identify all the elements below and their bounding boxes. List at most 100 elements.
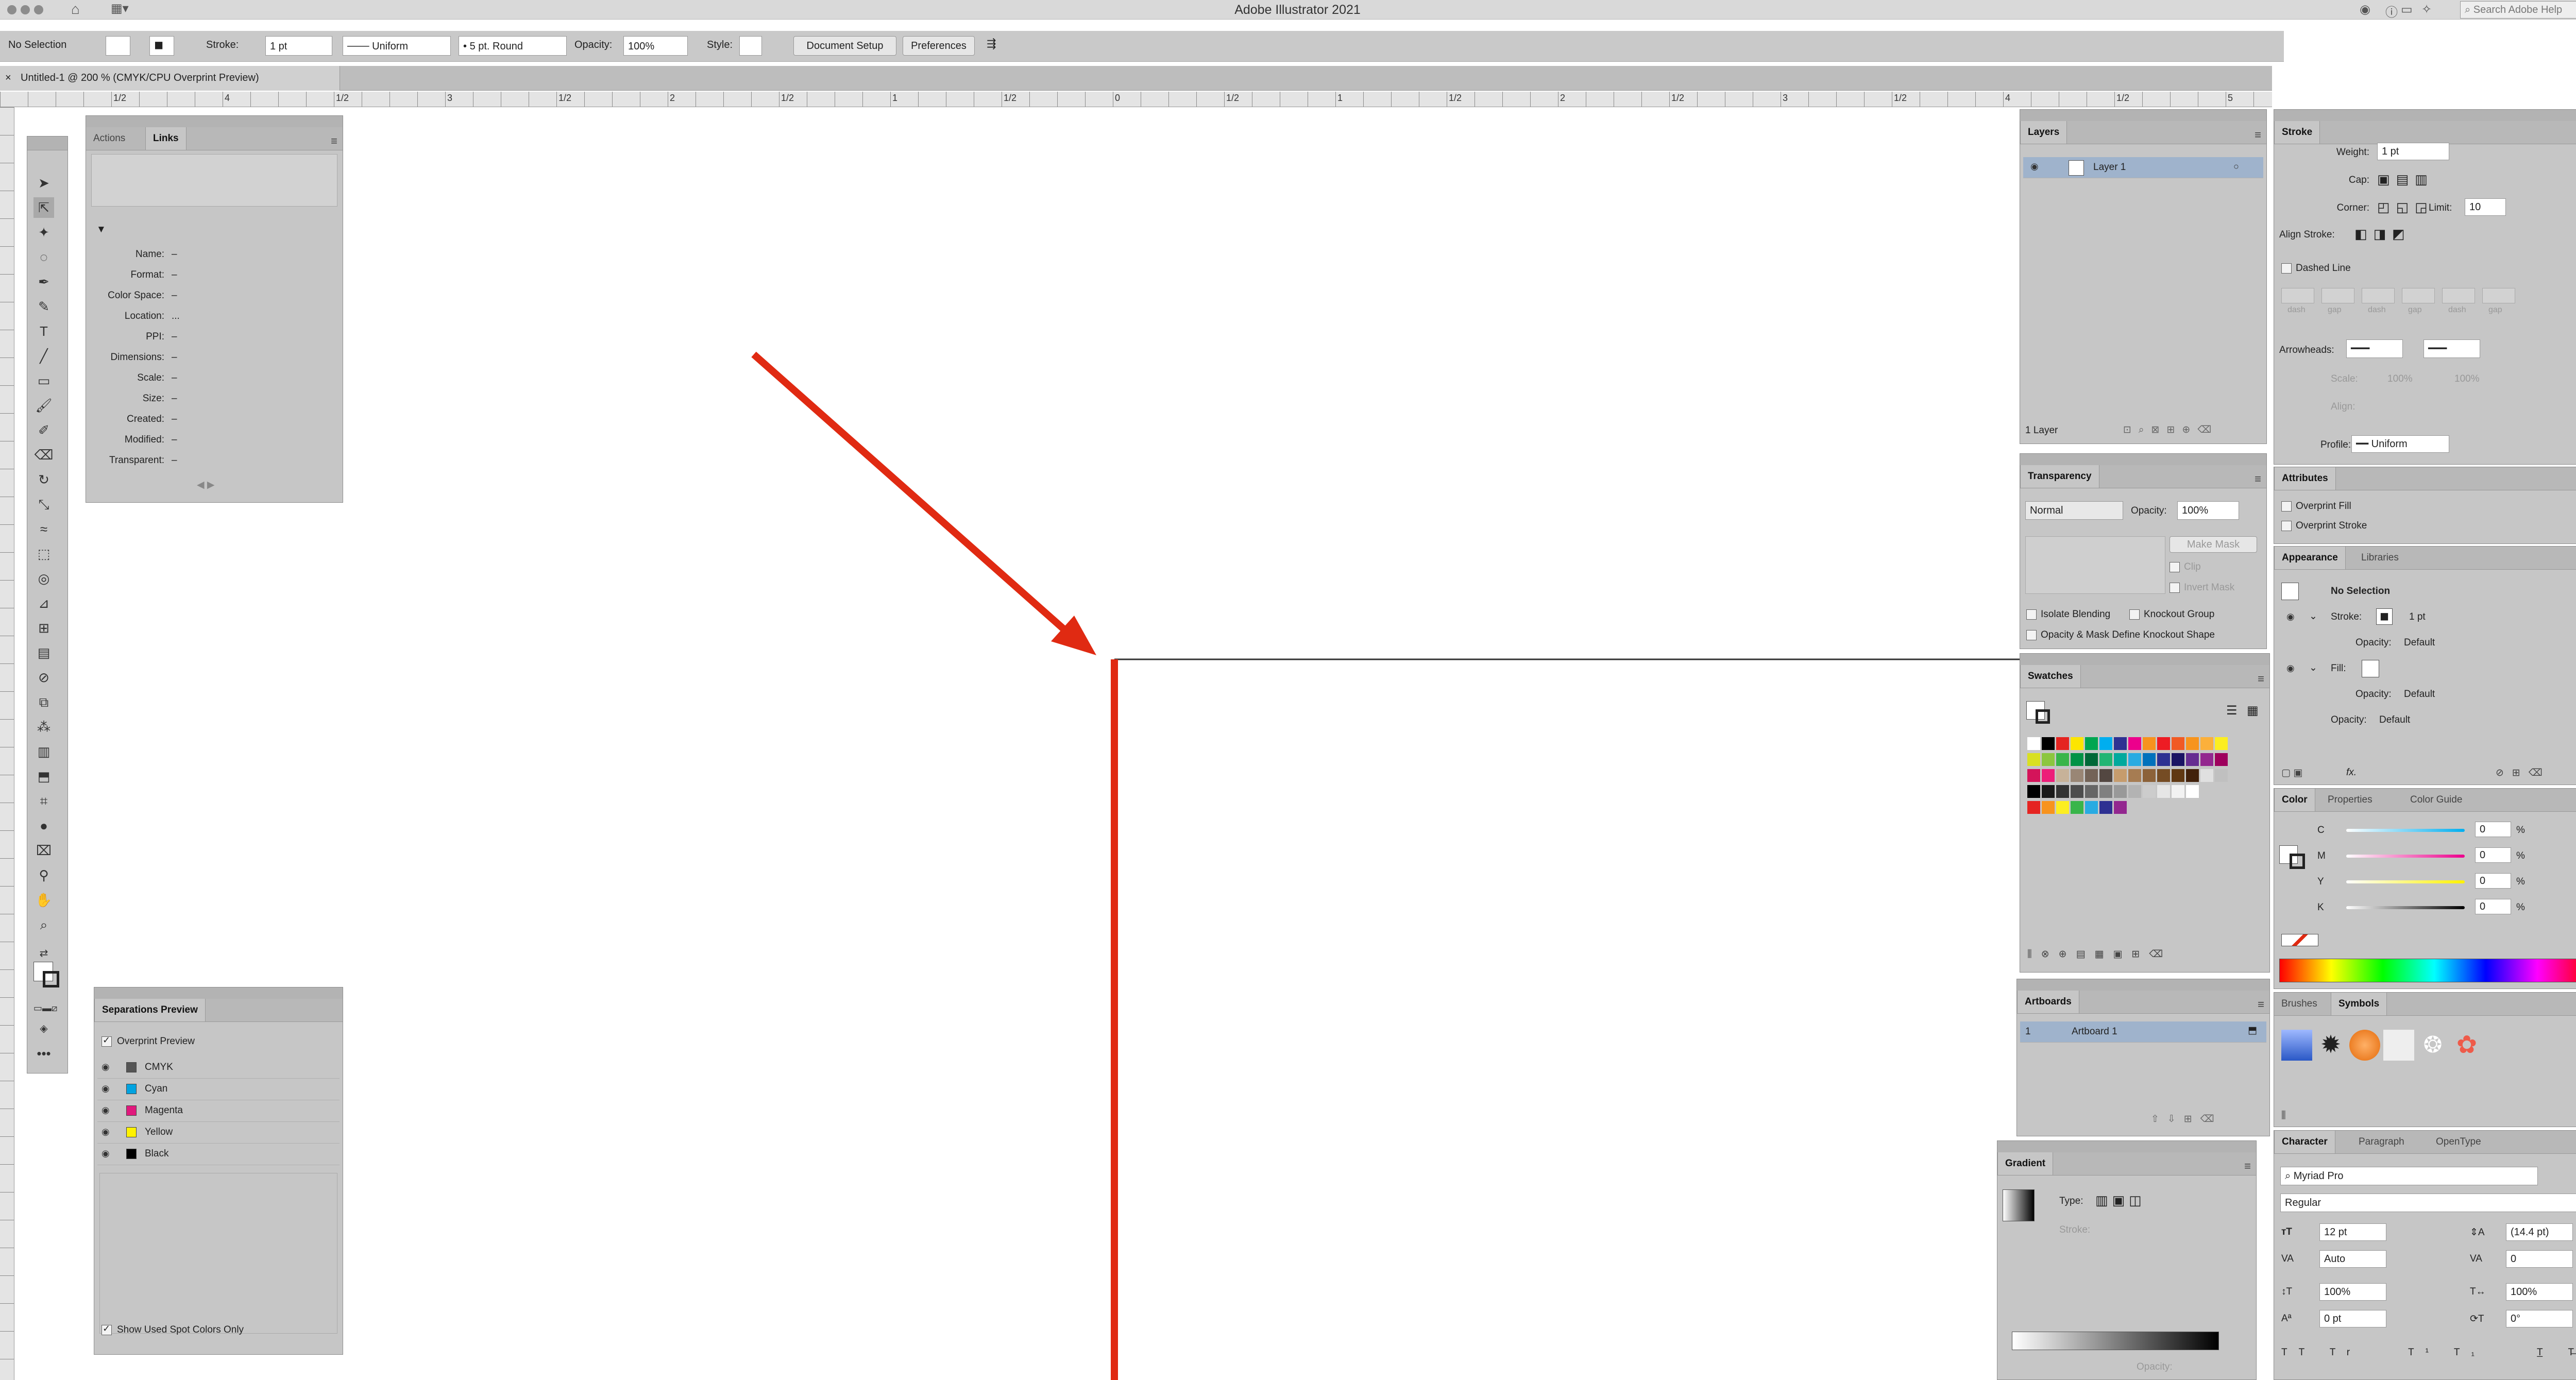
blend-mode-dropdown[interactable]: Normal bbox=[2025, 501, 2123, 520]
tab-swatches[interactable]: Swatches bbox=[2020, 665, 2081, 688]
color-swatch[interactable] bbox=[2042, 785, 2055, 798]
start-arrowhead-dropdown[interactable]: ━━━ bbox=[2346, 339, 2403, 358]
channel-value-field[interactable]: 0 bbox=[2475, 822, 2511, 837]
color-swatch[interactable] bbox=[2056, 801, 2069, 814]
layers-footer-icons[interactable]: ⊡⌕⊠⊞⊕⌫ bbox=[2123, 424, 2218, 436]
ink-row[interactable]: ◉ CMYK bbox=[97, 1058, 340, 1079]
direct-selection-tool-icon[interactable]: ⇱ bbox=[33, 197, 54, 218]
line-tool-icon[interactable]: ╱ bbox=[33, 346, 54, 366]
color-swatch[interactable] bbox=[2114, 737, 2127, 750]
color-swatch[interactable] bbox=[2042, 769, 2055, 782]
color-spectrum[interactable] bbox=[2279, 959, 2576, 982]
color-swatch[interactable] bbox=[2042, 753, 2055, 766]
type-style-buttons[interactable]: TT Tr bbox=[2281, 1347, 2361, 1358]
color-swatch[interactable] bbox=[2027, 737, 2040, 750]
dash-gap-field[interactable] bbox=[2321, 288, 2354, 303]
color-swatch[interactable] bbox=[2157, 769, 2170, 782]
color-swatch[interactable] bbox=[2215, 769, 2228, 782]
color-swatch[interactable] bbox=[2085, 801, 2098, 814]
color-swatch[interactable] bbox=[2157, 753, 2170, 766]
ink-row[interactable]: ◉ Black bbox=[97, 1144, 340, 1165]
tab-paragraph[interactable]: Paragraph bbox=[2351, 1131, 2412, 1153]
paintbrush-tool-icon[interactable]: 🖌 bbox=[33, 395, 54, 416]
tab-symbols[interactable]: Symbols bbox=[2331, 993, 2387, 1015]
color-swatch[interactable] bbox=[2128, 785, 2141, 798]
dash-gap-field[interactable] bbox=[2402, 288, 2435, 303]
color-swatch[interactable] bbox=[2172, 753, 2184, 766]
panel-menu-icon[interactable]: ≡ bbox=[2258, 998, 2264, 1011]
curvature-tool-icon[interactable]: ✎ bbox=[33, 296, 54, 317]
dashed-line-checkbox[interactable] bbox=[2281, 263, 2292, 274]
align-stroke-icons[interactable]: ◧◨◩ bbox=[2354, 226, 2411, 242]
tab-stroke[interactable]: Stroke bbox=[2274, 121, 2320, 144]
gradient-type-icons[interactable]: ▥▣◫ bbox=[2095, 1192, 2146, 1208]
fill-visibility-icon[interactable]: ◉ bbox=[2286, 663, 2295, 674]
color-swatch[interactable] bbox=[2157, 737, 2170, 750]
channel-value-field[interactable]: 0 bbox=[2475, 899, 2511, 914]
ink-row[interactable]: ◉ Cyan bbox=[97, 1079, 340, 1100]
ink-visibility-eye-icon[interactable]: ◉ bbox=[101, 1105, 110, 1116]
eyedropper-tool-icon[interactable]: ⊘ bbox=[33, 667, 54, 688]
color-swatch[interactable] bbox=[2172, 737, 2184, 750]
color-swatch[interactable] bbox=[2200, 769, 2213, 782]
blob-brush-tool-icon[interactable]: ✐ bbox=[33, 420, 54, 440]
tab-color[interactable]: Color bbox=[2274, 789, 2315, 811]
tab-gradient[interactable]: Gradient bbox=[1997, 1152, 2054, 1175]
ink-visibility-eye-icon[interactable]: ◉ bbox=[101, 1083, 110, 1094]
miter-limit-input[interactable]: 10 bbox=[2465, 198, 2506, 216]
swatches-stroke-icon[interactable] bbox=[2036, 709, 2050, 724]
pen-tool-icon[interactable]: ✒ bbox=[33, 271, 54, 292]
invert-mask-checkbox[interactable] bbox=[2170, 583, 2180, 593]
kerning-field[interactable]: Auto bbox=[2319, 1250, 2386, 1268]
show-spot-colors-checkbox[interactable] bbox=[101, 1323, 112, 1335]
superscript-subscript-buttons[interactable]: T¹ T₁ bbox=[2408, 1347, 2486, 1358]
tab-artboards[interactable]: Artboards bbox=[2017, 991, 2079, 1013]
font-style-dropdown[interactable]: Regular bbox=[2280, 1194, 2576, 1212]
font-size-field[interactable]: 12 pt bbox=[2319, 1223, 2386, 1241]
end-arrowhead-dropdown[interactable]: ━━━ bbox=[2424, 339, 2480, 358]
selection-tool-icon[interactable]: ➤ bbox=[33, 173, 54, 193]
tab-libraries[interactable]: Libraries bbox=[2354, 547, 2406, 569]
artboards-footer-icons[interactable]: ⇧⇩⊞⌫ bbox=[2151, 1113, 2223, 1125]
color-swatch[interactable] bbox=[2157, 785, 2170, 798]
color-swatch[interactable] bbox=[2042, 801, 2055, 814]
gradient-slider[interactable] bbox=[2012, 1332, 2219, 1350]
color-swatch[interactable] bbox=[2114, 801, 2127, 814]
color-swatch[interactable] bbox=[2143, 769, 2156, 782]
fx-icon[interactable]: fx. bbox=[2346, 767, 2357, 778]
tab-attributes[interactable]: Attributes bbox=[2274, 467, 2336, 490]
panel-menu-icon[interactable]: ≡ bbox=[2255, 472, 2261, 486]
separations-panel-header[interactable] bbox=[94, 987, 343, 999]
color-swatch[interactable] bbox=[2200, 753, 2213, 766]
color-swatch[interactable] bbox=[2099, 785, 2112, 798]
stroke-weight-input[interactable]: 1 pt bbox=[2377, 143, 2449, 160]
tab-transparency[interactable]: Transparency bbox=[2020, 465, 2099, 488]
tab-actions[interactable]: Actions bbox=[86, 127, 132, 150]
ink-visibility-eye-icon[interactable]: ◉ bbox=[101, 1127, 110, 1137]
underline-strike-buttons[interactable]: T̲ T̶ bbox=[2537, 1347, 2576, 1358]
mesh-tool-icon[interactable]: ⊞ bbox=[33, 618, 54, 638]
color-swatch[interactable] bbox=[2085, 753, 2098, 766]
artboard-options-icon[interactable]: ⬒ bbox=[2248, 1025, 2257, 1036]
tab-properties[interactable]: Properties bbox=[2320, 789, 2380, 811]
color-swatch[interactable] bbox=[2056, 769, 2069, 782]
swatches-footer-icons[interactable]: ⫼⊗⊕▤▦▣⊞⌫ bbox=[2027, 948, 2172, 960]
dash-gap-field[interactable] bbox=[2482, 288, 2515, 303]
eyedropper-icon[interactable]: ⚲ bbox=[33, 865, 54, 885]
add-new-stroke-icon[interactable]: ▢ ▣ bbox=[2281, 767, 2302, 779]
artboard-name[interactable]: Artboard 1 bbox=[2072, 1026, 2117, 1037]
color-swatch[interactable] bbox=[2056, 737, 2069, 750]
color-swatch[interactable] bbox=[2215, 737, 2228, 750]
free-transform-tool-icon[interactable]: ⬚ bbox=[33, 543, 54, 564]
vertical-scale-field[interactable]: 100% bbox=[2319, 1283, 2386, 1301]
gradient-tool-icon[interactable]: ▤ bbox=[33, 642, 54, 663]
channel-value-field[interactable]: 0 bbox=[2475, 873, 2511, 889]
type-tool-icon[interactable]: T bbox=[33, 321, 54, 342]
gradient-panel-header[interactable] bbox=[1997, 1141, 2256, 1153]
color-swatch[interactable] bbox=[2114, 785, 2127, 798]
object-opacity-label[interactable]: Opacity: bbox=[2331, 714, 2367, 726]
artboards-panel-header[interactable] bbox=[2017, 979, 2269, 991]
link-nav-arrows[interactable]: ◀ ▶ bbox=[197, 479, 215, 491]
lasso-tool-icon[interactable]: ◌ bbox=[33, 247, 54, 267]
symbol-blue-banner[interactable] bbox=[2281, 1030, 2312, 1061]
